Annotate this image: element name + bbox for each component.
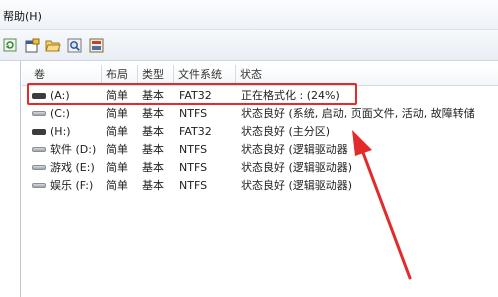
annotation-arrow bbox=[352, 130, 412, 280]
